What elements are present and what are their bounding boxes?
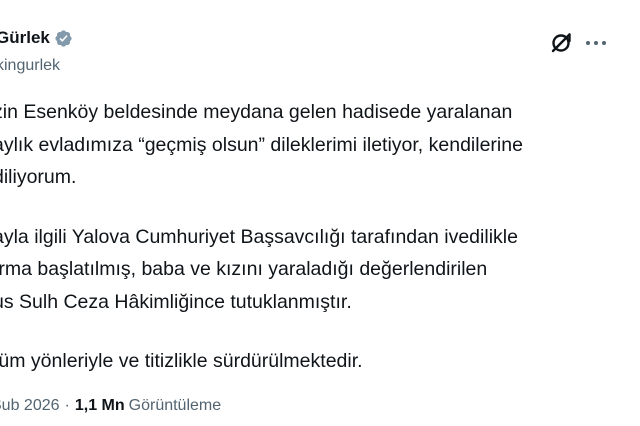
tweet-text-line: us Sulh Ceza Hâkimliğince tutuklanmıştır… — [0, 290, 352, 313]
meta-separator: · — [64, 397, 70, 414]
tweet-text-line: ayla ilgili Yalova Cumhuriyet Başsavcılı… — [0, 225, 518, 248]
tweet-text-line: ırma başlatılmış, baba ve kızını yaralad… — [0, 258, 488, 280]
grok-icon[interactable] — [548, 30, 574, 56]
tweet-text-line: aylık evladımıza “geçmiş olsun” dilekler… — [0, 133, 523, 156]
tweet-text-line: zin Esenköy beldesinde meydana gelen had… — [0, 101, 513, 123]
tweet-header: Gürlek kingurlek — [0, 0, 640, 80]
tweet-text-line: tüm yönleriyle ve titizlikle sürdürülmek… — [0, 350, 363, 372]
author-name-row: Gürlek — [0, 28, 73, 48]
more-options-icon[interactable] — [584, 33, 608, 53]
views-count: 1,1 Mn — [74, 397, 125, 414]
verified-badge-icon[interactable] — [54, 29, 73, 48]
tweet-meta: Şub 2026 · 1,1 Mn Görüntüleme — [0, 397, 221, 415]
tweet-text-line: diliyorum. — [0, 166, 77, 188]
author-display-name[interactable]: Gürlek — [0, 28, 50, 48]
views-label: Görüntüleme — [128, 397, 222, 414]
tweet-card: Gürlek kingurlek zin Esenköy beldesinde … — [0, 0, 640, 426]
tweet-text: zin Esenköy beldesinde meydana gelen had… — [0, 96, 633, 378]
tweet-date[interactable]: Şub 2026 — [0, 397, 60, 415]
author-handle[interactable]: kingurlek — [0, 57, 60, 75]
